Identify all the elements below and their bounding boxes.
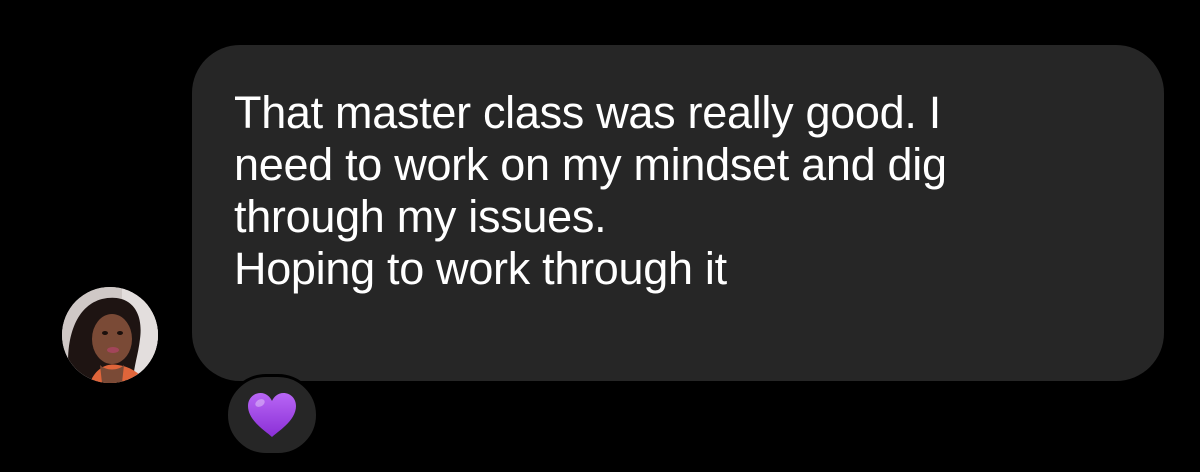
message-row: That master class was really good. I nee…: [0, 0, 1200, 472]
reaction-badge[interactable]: [225, 374, 319, 456]
purple-heart-icon: [248, 393, 296, 437]
message-text: That master class was really good. I nee…: [234, 87, 947, 294]
avatar[interactable]: [62, 287, 158, 383]
message-bubble[interactable]: That master class was really good. I nee…: [192, 45, 1164, 381]
avatar-image: [62, 287, 158, 383]
